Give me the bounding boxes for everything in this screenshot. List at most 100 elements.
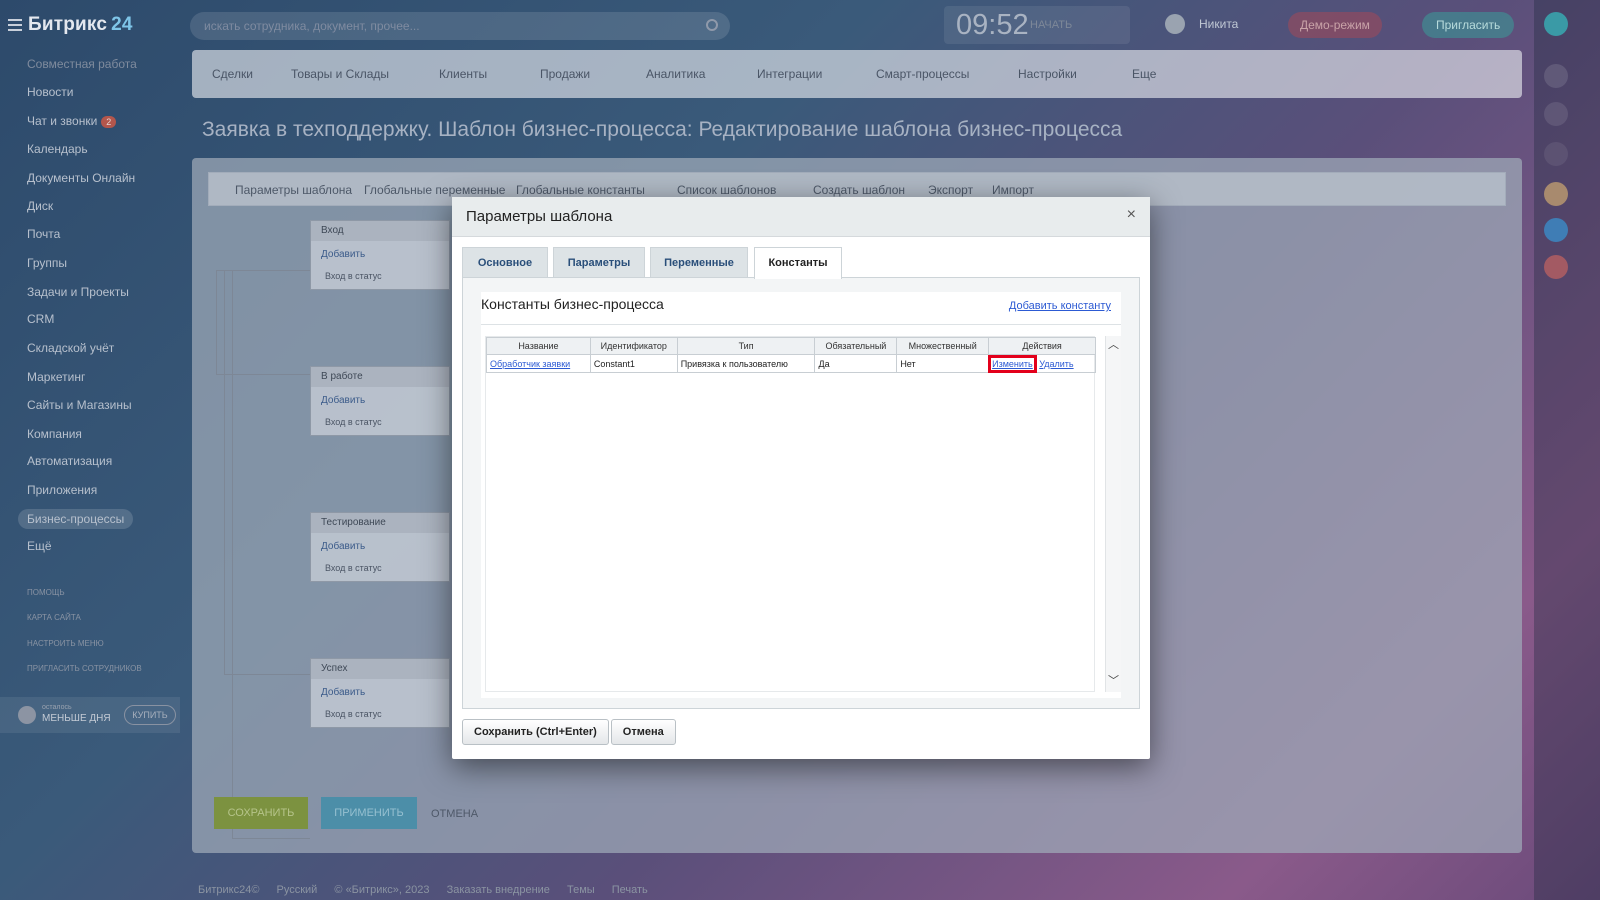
footer-print-link[interactable]: Печать	[612, 884, 648, 896]
connector-line	[232, 838, 310, 839]
sidebar-invite-link[interactable]: ПРИГЛАСИТЬ СОТРУДНИКОВ	[27, 664, 142, 673]
chevron-up-icon[interactable]: ︿	[1108, 336, 1119, 352]
footer-language[interactable]: Русский	[277, 884, 318, 896]
search-icon[interactable]	[1544, 142, 1568, 166]
main-apply-button[interactable]: ПРИМЕНИТЬ	[321, 797, 417, 829]
sidebar-item-docs[interactable]: Документы Онлайн	[27, 171, 135, 185]
worktime-widget[interactable]: 09:52 НАЧАТЬ	[944, 6, 1130, 44]
tab-variables[interactable]: Переменные	[650, 247, 748, 277]
tab-main[interactable]: Основное	[462, 247, 548, 277]
tab-constants[interactable]: Константы	[754, 247, 842, 279]
stage-title: В работе	[311, 367, 449, 387]
nav-integrations[interactable]: Интеграции	[757, 67, 822, 81]
column-header: Название	[486, 337, 591, 355]
menu-icon[interactable]	[8, 19, 22, 31]
demo-mode-button[interactable]: Демо-режим	[1288, 12, 1382, 38]
user-avatar-icon[interactable]	[1544, 182, 1568, 206]
stage-card: Вход Добавить Вход в статус	[310, 220, 450, 290]
chevron-down-icon[interactable]: ﹀	[1108, 672, 1119, 688]
sidebar-item-disk[interactable]: Диск	[27, 199, 53, 213]
stage-entry[interactable]: Вход в статус	[325, 709, 382, 719]
nav-sales[interactable]: Продажи	[540, 67, 590, 81]
user-name: Никита	[1199, 17, 1239, 31]
invite-button[interactable]: Пригласить	[1422, 12, 1515, 38]
nav-more[interactable]: Еще	[1132, 67, 1156, 81]
sidebar-item-bizproc[interactable]: Бизнес-процессы	[18, 509, 134, 529]
sidebar-configure-menu-link[interactable]: НАСТРОИТЬ МЕНЮ	[27, 639, 104, 648]
dialog-cancel-button[interactable]: Отмена	[610, 719, 676, 745]
sidebar-item-automation[interactable]: Автоматизация	[27, 454, 112, 468]
close-icon[interactable]: ×	[1127, 206, 1136, 224]
help-icon[interactable]	[1544, 12, 1568, 36]
notifications-icon[interactable]	[1544, 64, 1568, 88]
nav-products[interactable]: Товары и Склады	[291, 67, 389, 81]
template-params-tab[interactable]: Параметры шаблона	[235, 183, 352, 197]
nav-clients[interactable]: Клиенты	[439, 67, 487, 81]
stage-add-link[interactable]: Добавить	[321, 687, 365, 698]
sidebar-group-head[interactable]: Совместная работа	[27, 57, 137, 71]
main-cancel-button[interactable]: ОТМЕНА	[431, 808, 478, 820]
template-list-tab[interactable]: Список шаблонов	[677, 183, 776, 197]
connector-line	[224, 674, 310, 675]
stage-add-link[interactable]: Добавить	[321, 249, 365, 260]
dialog-save-button[interactable]: Сохранить (Ctrl+Enter)	[462, 719, 609, 745]
create-template-tab[interactable]: Создать шаблон	[813, 183, 905, 197]
export-tab[interactable]: Экспорт	[928, 183, 973, 197]
stage-entry[interactable]: Вход в статус	[325, 417, 382, 427]
main-save-button[interactable]: СОХРАНИТЬ	[214, 797, 308, 829]
nav-settings[interactable]: Настройки	[1018, 67, 1077, 81]
sidebar-item-groups[interactable]: Группы	[27, 256, 67, 270]
add-constant-link[interactable]: Добавить константу	[1009, 300, 1111, 312]
sidebar-sitemap-link[interactable]: КАРТА САЙТА	[27, 613, 81, 622]
global-variables-tab[interactable]: Глобальные переменные	[364, 183, 505, 197]
nav-analytics[interactable]: Аналитика	[646, 67, 705, 81]
footer-order-link[interactable]: Заказать внедрение	[447, 884, 550, 896]
sidebar-item-tasks[interactable]: Задачи и Проекты	[27, 285, 129, 299]
column-header: Идентификатор	[589, 337, 678, 355]
stage-entry[interactable]: Вход в статус	[325, 271, 382, 281]
buy-button[interactable]: КУПИТЬ	[124, 705, 176, 725]
template-params-dialog: Параметры шаблона × Основное Параметры П…	[452, 197, 1150, 759]
sidebar-item-apps[interactable]: Приложения	[27, 483, 97, 497]
connector-line	[216, 270, 217, 374]
contact-icon[interactable]	[1544, 255, 1568, 279]
global-constants-tab[interactable]: Глобальные константы	[516, 183, 645, 197]
stage-card: В работе Добавить Вход в статус	[310, 366, 450, 436]
sidebar-help-link[interactable]: ПОМОЩЬ	[27, 588, 65, 597]
settings-icon[interactable]	[1544, 102, 1568, 126]
sidebar-item-marketing[interactable]: Маркетинг	[27, 370, 85, 384]
constant-name-link[interactable]: Обработчик заявки	[490, 359, 570, 369]
sidebar-item-warehouse[interactable]: Складской учёт	[27, 341, 114, 355]
nav-smart-processes[interactable]: Смарт-процессы	[876, 67, 969, 81]
import-tab[interactable]: Импорт	[992, 183, 1034, 197]
search-placeholder: искать сотрудника, документ, прочее...	[204, 19, 420, 33]
sidebar-item-calendar[interactable]: Календарь	[27, 142, 88, 156]
footer-themes-link[interactable]: Темы	[567, 884, 595, 896]
sidebar-item-chat[interactable]: Чат и звонки 2	[27, 114, 117, 128]
stage-entry[interactable]: Вход в статус	[325, 563, 382, 573]
constants-table: Название Идентификатор Тип Обязательный …	[486, 337, 1096, 373]
left-sidebar: Совместная работа Новости Чат и звонки 2 …	[0, 50, 180, 900]
scrollbar[interactable]: ︿ ﹀	[1105, 336, 1121, 692]
sidebar-item-company[interactable]: Компания	[27, 427, 82, 441]
edit-constant-link[interactable]: Изменить	[988, 354, 1037, 373]
chat-icon[interactable]	[1544, 218, 1568, 242]
sidebar-item-more[interactable]: Ещё	[27, 539, 52, 553]
connector-line	[232, 270, 233, 838]
sidebar-item-sites[interactable]: Сайты и Магазины	[27, 398, 132, 412]
stage-add-link[interactable]: Добавить	[321, 541, 365, 552]
sidebar-item-news[interactable]: Новости	[27, 85, 73, 99]
connector-line	[224, 270, 225, 674]
delete-constant-link[interactable]: Удалить	[1039, 359, 1073, 369]
crown-icon	[18, 706, 36, 724]
sidebar-item-mail[interactable]: Почта	[27, 227, 60, 241]
stage-add-link[interactable]: Добавить	[321, 395, 365, 406]
start-day-button[interactable]: НАЧАТЬ	[1030, 19, 1072, 31]
sidebar-item-label: Чат и звонки	[27, 114, 98, 128]
user-menu[interactable]: Никита	[1165, 14, 1238, 34]
logo[interactable]: Битрикс 24	[8, 14, 133, 36]
nav-deals[interactable]: Сделки	[212, 67, 253, 81]
tab-parameters[interactable]: Параметры	[553, 247, 645, 277]
sidebar-item-crm[interactable]: CRM	[27, 312, 54, 326]
search-input[interactable]: искать сотрудника, документ, прочее...	[190, 12, 730, 40]
